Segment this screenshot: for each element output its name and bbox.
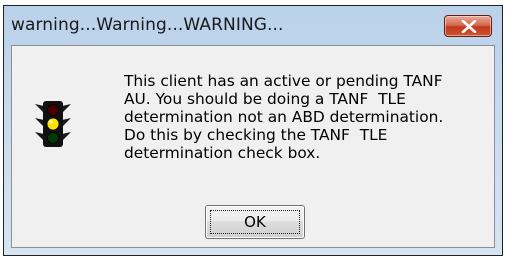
title-bar[interactable]: warning...Warning...WARNING... <box>4 6 502 44</box>
traffic-light-icon <box>35 101 71 147</box>
dialog-body: This client has an active or pending TAN… <box>11 45 495 248</box>
ok-button-label: OK <box>244 213 266 231</box>
warning-message: This client has an active or pending TAN… <box>124 72 444 162</box>
close-button[interactable] <box>444 15 492 37</box>
ok-button[interactable]: OK <box>205 205 305 239</box>
dialog-title: warning...Warning...WARNING... <box>11 15 284 35</box>
close-icon <box>461 20 477 33</box>
warning-dialog: warning...Warning...WARNING... This clie… <box>3 5 503 256</box>
